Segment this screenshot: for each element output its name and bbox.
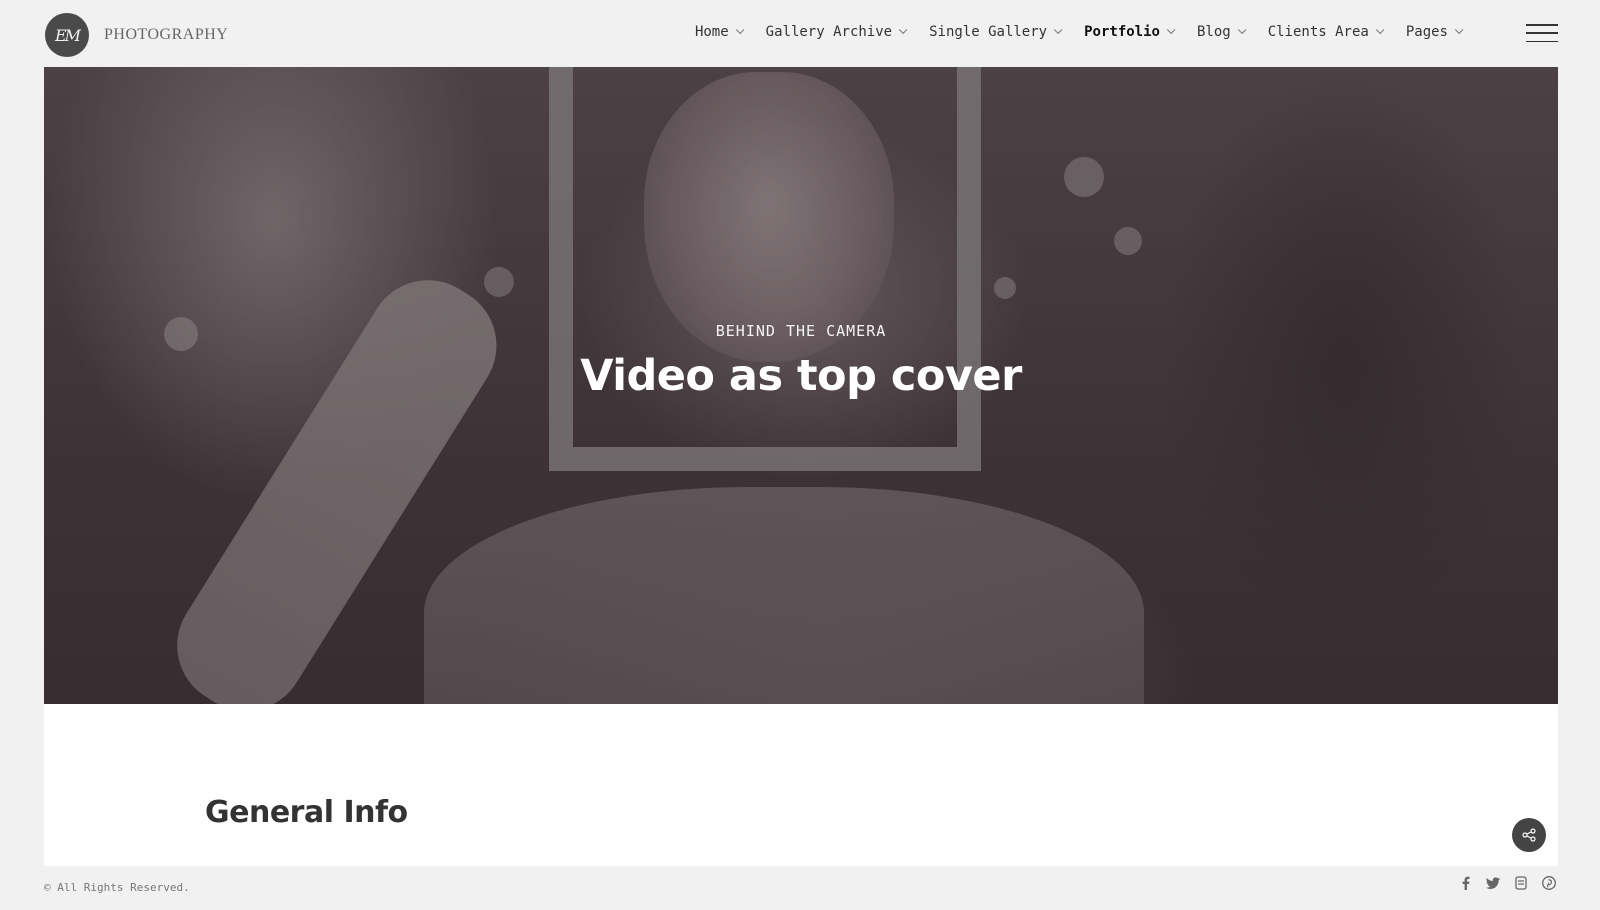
chevron-down-icon <box>735 25 745 35</box>
main-nav: Home Gallery Archive Single Gallery Port… <box>670 24 1464 40</box>
nav-item-label: Home <box>694 24 729 40</box>
site-header: EM PHOTOGRAPHY Home Gallery Archive Sing… <box>0 0 1600 67</box>
500px-icon[interactable] <box>1514 876 1528 890</box>
nav-item-pages[interactable]: Pages <box>1405 24 1464 40</box>
pinterest-icon[interactable] <box>1542 876 1556 890</box>
nav-item-clients-area[interactable]: Clients Area <box>1267 24 1385 40</box>
site-logo[interactable]: EM PHOTOGRAPHY <box>45 13 228 57</box>
nav-item-label: Portfolio <box>1084 24 1160 40</box>
section-title: General Info <box>205 795 408 830</box>
logo-text: PHOTOGRAPHY <box>104 26 229 43</box>
nav-item-label: Gallery Archive <box>765 24 893 40</box>
nav-item-blog[interactable]: Blog <box>1196 24 1247 40</box>
nav-item-label: Blog <box>1196 24 1231 40</box>
hero-subtitle: BEHIND THE CAMERA <box>715 322 887 340</box>
content-panel: General Info <box>44 704 1558 866</box>
nav-item-home[interactable]: Home <box>694 24 745 40</box>
nav-item-single-gallery[interactable]: Single Gallery <box>929 24 1063 40</box>
nav-item-label: Single Gallery <box>929 24 1048 40</box>
hamburger-icon[interactable] <box>1526 24 1558 42</box>
hero-cover: BEHIND THE CAMERA Video as top cover <box>44 67 1558 704</box>
twitter-icon[interactable] <box>1486 876 1500 890</box>
social-links <box>1458 876 1556 890</box>
chevron-down-icon <box>1375 25 1385 35</box>
share-button[interactable] <box>1512 818 1546 852</box>
chevron-down-icon <box>1166 25 1176 35</box>
chevron-down-icon <box>1053 25 1063 35</box>
nav-item-gallery-archive[interactable]: Gallery Archive <box>765 24 908 40</box>
nav-item-portfolio[interactable]: Portfolio <box>1084 24 1176 40</box>
logo-mark: EM <box>45 13 89 57</box>
facebook-icon[interactable] <box>1458 876 1472 890</box>
chevron-down-icon <box>1237 25 1247 35</box>
chevron-down-icon <box>1454 25 1464 35</box>
nav-item-label: Pages <box>1405 24 1448 40</box>
nav-item-label: Clients Area <box>1267 24 1369 40</box>
footer-copyright: © All Rights Reserved. <box>44 881 190 894</box>
share-icon <box>1522 828 1536 842</box>
chevron-down-icon <box>898 25 908 35</box>
hero-title: Video as top cover <box>580 351 1022 401</box>
